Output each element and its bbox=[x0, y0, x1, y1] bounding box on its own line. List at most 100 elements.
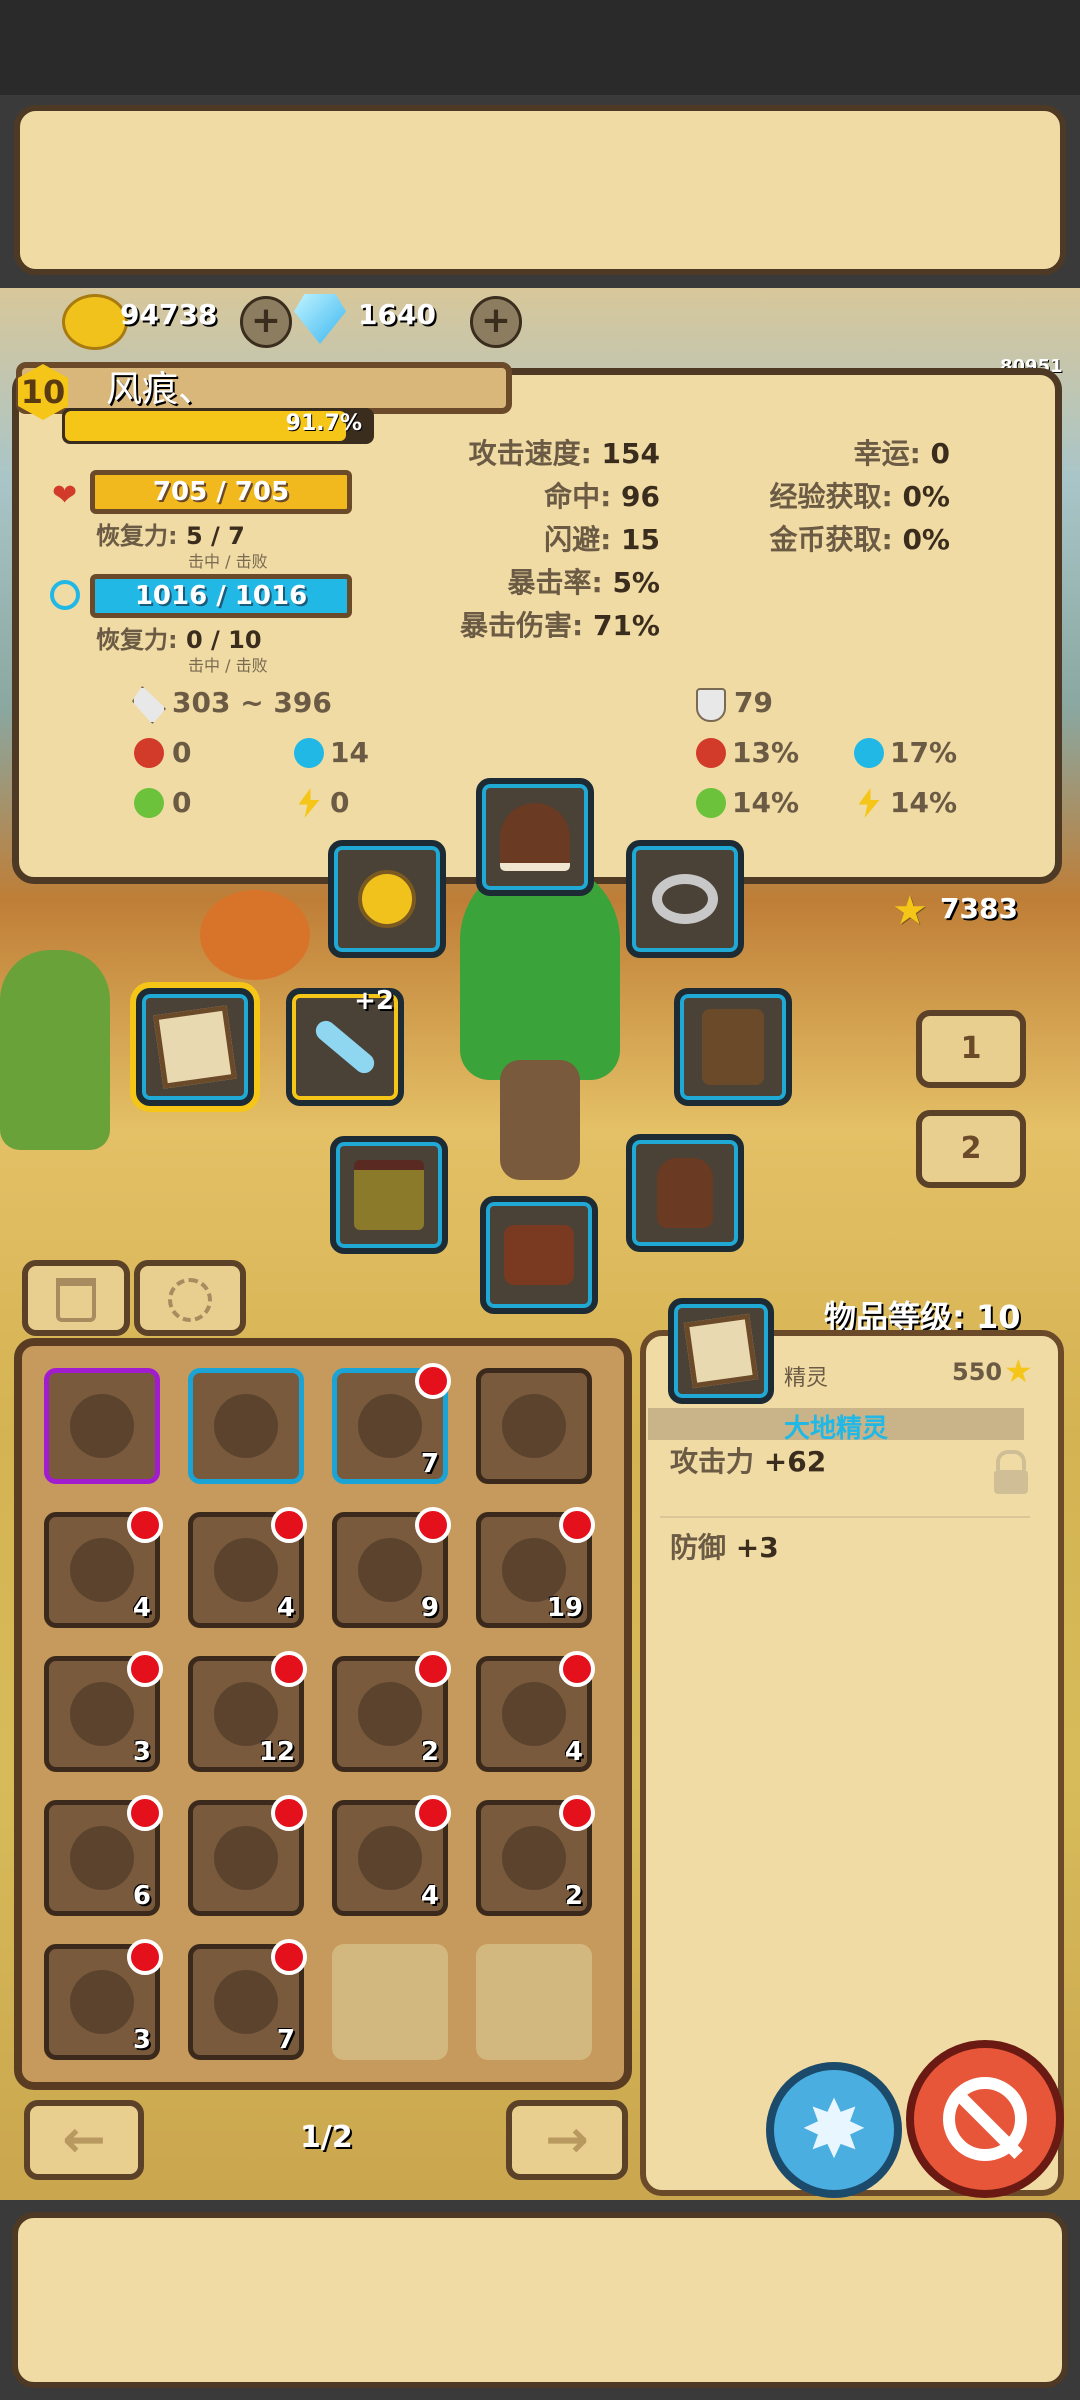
loadout-tab-2[interactable]: 2 bbox=[916, 1110, 1026, 1188]
stat-value: 0% bbox=[902, 480, 950, 513]
inventory-slot[interactable] bbox=[44, 1368, 160, 1484]
weapon-slot[interactable]: +2 bbox=[286, 986, 404, 1106]
stat-label: 暴击伤害: bbox=[460, 609, 584, 642]
new-badge bbox=[415, 1363, 451, 1399]
inventory-slot[interactable] bbox=[476, 1368, 592, 1484]
lantern-icon bbox=[70, 1682, 134, 1746]
ring-icon bbox=[652, 874, 718, 924]
empty-inventory-slot[interactable] bbox=[476, 1944, 592, 2060]
new-badge bbox=[559, 1507, 595, 1543]
dismantle-button[interactable]: ✸ bbox=[766, 2062, 902, 2198]
inventory-slot[interactable]: 2 bbox=[332, 1651, 451, 1772]
stat-value: 96 bbox=[621, 480, 660, 513]
page-indicator: 1/2 bbox=[300, 2120, 353, 2155]
stat-accuracy: 命中: 96 bbox=[390, 475, 660, 518]
poison-resist: 14% bbox=[732, 786, 800, 819]
claw-icon bbox=[214, 1970, 278, 2034]
ice-attack: 14 bbox=[330, 736, 369, 769]
boots-slot[interactable] bbox=[480, 1196, 598, 1314]
inventory-slot[interactable]: 4 bbox=[332, 1795, 451, 1916]
inventory-slot[interactable]: 9 bbox=[332, 1507, 451, 1628]
helmet-slot[interactable] bbox=[476, 778, 594, 896]
poison-resist-icon bbox=[696, 788, 726, 818]
inventory-slot[interactable]: 3 bbox=[44, 1651, 163, 1772]
next-page-button[interactable]: → bbox=[506, 2100, 628, 2180]
auto-sell-button[interactable] bbox=[134, 1260, 246, 1336]
stat-exp-gain: 经验获取: 0% bbox=[700, 475, 951, 518]
potion-icon bbox=[502, 1394, 566, 1458]
stat-label: 攻击速度: bbox=[468, 437, 592, 470]
ruby-amulet-icon bbox=[502, 1682, 566, 1746]
inventory-slot[interactable]: 12 bbox=[188, 1651, 307, 1772]
item-count: 9 bbox=[420, 1593, 439, 1623]
gold-amount: 94738 bbox=[120, 298, 218, 331]
game-screen: 94738 + 1640 + 80951 10 风痕、 91.7% ❤ 705 … bbox=[0, 0, 1080, 2400]
item-name: 大地精灵 bbox=[648, 1408, 1024, 1444]
bottom-banner bbox=[12, 2212, 1068, 2388]
gloves-slot[interactable] bbox=[626, 1134, 744, 1252]
stat-label: 幸运: bbox=[853, 437, 921, 470]
inventory-slot[interactable]: 4 bbox=[188, 1507, 307, 1628]
spirit-slot-selected[interactable] bbox=[136, 988, 254, 1106]
inventory-slot[interactable]: 4 bbox=[44, 1507, 163, 1628]
stone-plates-icon bbox=[358, 1682, 422, 1746]
inventory-slot[interactable]: 7 bbox=[188, 1939, 307, 2060]
new-badge bbox=[271, 1795, 307, 1831]
add-gem-button[interactable]: + bbox=[470, 296, 522, 348]
unequip-button[interactable] bbox=[906, 2040, 1064, 2198]
inventory-slot[interactable]: 7 bbox=[332, 1363, 451, 1484]
inventory-slot[interactable]: 19 bbox=[476, 1507, 595, 1628]
staff-icon bbox=[70, 1394, 134, 1458]
stat-value: 0 bbox=[930, 437, 950, 470]
new-badge bbox=[127, 1795, 163, 1831]
lock-icon bbox=[994, 1450, 1028, 1494]
new-badge bbox=[271, 1507, 307, 1543]
new-badge bbox=[127, 1507, 163, 1543]
arrow-left-icon: ← bbox=[62, 2110, 106, 2170]
fire-resist-icon bbox=[696, 738, 726, 768]
inventory-slot[interactable]: 3 bbox=[44, 1939, 163, 2060]
empty-inventory-slot[interactable] bbox=[332, 1944, 448, 2060]
hero-body bbox=[500, 1060, 580, 1180]
prev-page-button[interactable]: ← bbox=[24, 2100, 144, 2180]
amulet-slot[interactable] bbox=[328, 840, 446, 958]
pants-slot[interactable] bbox=[330, 1136, 448, 1254]
crystal-shatter-icon: ✸ bbox=[800, 2083, 868, 2176]
ice-armor-icon bbox=[358, 1538, 422, 1602]
inventory-slot[interactable] bbox=[188, 1795, 307, 1916]
fire-icon bbox=[134, 738, 164, 768]
goblin-enemy bbox=[0, 950, 110, 1150]
inventory-slot[interactable]: 6 bbox=[44, 1795, 163, 1916]
add-gold-button[interactable]: + bbox=[240, 296, 292, 348]
new-badge bbox=[415, 1795, 451, 1831]
ring-slot[interactable] bbox=[626, 840, 744, 958]
stat-label: 暴击率: bbox=[507, 566, 603, 599]
stat-crit-rate: 暴击率: 5% bbox=[390, 561, 661, 604]
inventory-panel: 7 4 4 9 19 3 12 2 4 6 4 2 3 7 bbox=[14, 1338, 632, 2090]
hp-regen-value: 5 / 7 bbox=[185, 522, 245, 550]
star-points: 7383 bbox=[940, 892, 1018, 925]
armor-slot[interactable] bbox=[674, 988, 792, 1106]
loadout-tab-1[interactable]: 1 bbox=[916, 1010, 1026, 1088]
exp-percent: 91.7% bbox=[285, 411, 362, 436]
detail-item-icon bbox=[668, 1298, 774, 1404]
inventory-slot[interactable]: 2 bbox=[476, 1795, 595, 1916]
item-type: 精灵 bbox=[784, 1366, 829, 1391]
hp-regen-label: 恢复力: bbox=[96, 522, 178, 550]
gem-amount: 1640 bbox=[358, 298, 436, 331]
hp-regen-sub: 击中 / 击败 bbox=[188, 552, 268, 571]
new-badge bbox=[127, 1939, 163, 1975]
new-badge bbox=[415, 1507, 451, 1543]
inventory-slot[interactable]: 4 bbox=[476, 1651, 595, 1772]
new-badge bbox=[415, 1651, 451, 1687]
trash-button[interactable] bbox=[22, 1260, 130, 1336]
defense-bonus: 防御 +3 bbox=[670, 1526, 779, 1566]
horn-icon bbox=[358, 1826, 422, 1890]
stat-value: 5% bbox=[612, 566, 660, 599]
item-count: 4 bbox=[420, 1881, 439, 1911]
inventory-slot[interactable] bbox=[188, 1368, 304, 1484]
inventory-grid: 7 4 4 9 19 3 12 2 4 6 4 2 3 7 bbox=[44, 1363, 614, 2060]
fur-icon bbox=[214, 1826, 278, 1890]
item-count: 19 bbox=[546, 1593, 583, 1623]
gold-coin-icon bbox=[62, 294, 128, 350]
